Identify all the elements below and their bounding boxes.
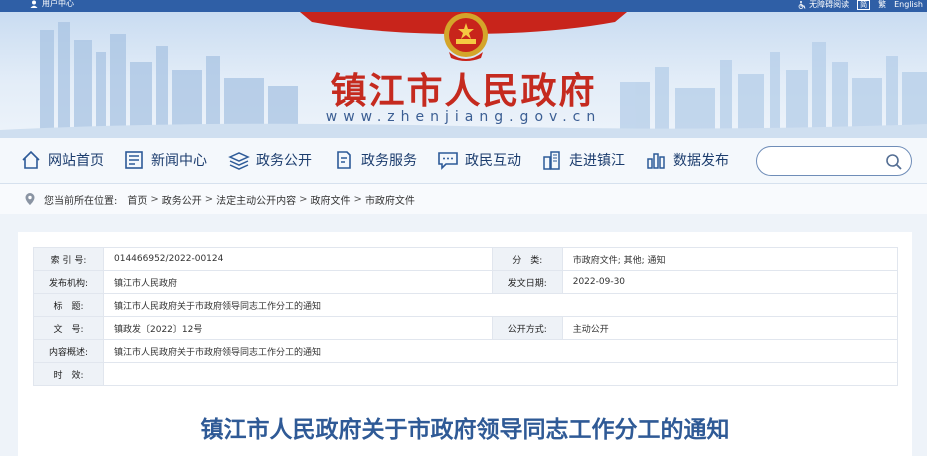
document-title: 镇江市人民政府关于市政府领导同志工作分工的通知 (200, 416, 730, 443)
national-emblem-icon (444, 13, 488, 61)
site-banner: 镇江市人民政府 www.zhenjiang.gov.cn (0, 12, 927, 138)
title-key: 标 题: (33, 293, 104, 317)
accessibility-label: 无障碍阅读 (809, 0, 850, 9)
breadcrumb-home[interactable]: 首页 (127, 192, 147, 207)
nav-item-home[interactable]: 网站首页 (20, 149, 104, 171)
breadcrumb-separator: > (150, 193, 159, 205)
buildings-icon (543, 151, 560, 170)
search-icon[interactable] (885, 153, 903, 171)
document-metadata-table: 索 引 号: 014466952/2022-00124 分 类: 市政府文件; … (33, 247, 899, 386)
breadcrumb-statutory-disclosure[interactable]: 法定主动公开内容 (216, 192, 296, 207)
validity-value (103, 362, 898, 386)
site-title: 镇江市人民政府 (330, 70, 597, 112)
document-number-key: 文 号: (33, 316, 104, 340)
category-key: 分 类: (491, 247, 563, 271)
breadcrumb-gov-affairs[interactable]: 政务公开 (162, 192, 202, 207)
document-number-value: 镇政发〔2022〕12号 (103, 316, 493, 340)
index-number-value: 014466952/2022-00124 (103, 247, 493, 271)
table-row: 索 引 号: 014466952/2022-00124 分 类: 市政府文件; … (33, 247, 899, 271)
user-center-label: 用户中心 (42, 0, 74, 8)
location-pin-icon (25, 193, 35, 205)
nav-item-news[interactable]: 新闻中心 (123, 149, 207, 171)
nav-item-interaction[interactable]: 政民互动 (437, 149, 521, 171)
breadcrumb-gov-documents[interactable]: 政府文件 (311, 192, 351, 207)
table-row: 文 号: 镇政发〔2022〕12号 公开方式: 主动公开 (33, 316, 899, 340)
user-center-link[interactable]: 用户中心 (30, 0, 74, 8)
issuer-key: 发布机构: (33, 270, 104, 294)
summary-value: 镇江市人民政府关于市政府领导同志工作分工的通知 (103, 339, 898, 363)
nav-item-gov-services[interactable]: 政务服务 (333, 149, 417, 171)
nav-item-about-zhenjiang[interactable]: 走进镇江 (541, 149, 625, 171)
validity-key: 时 效: (33, 362, 104, 386)
nav-item-label: 政民互动 (465, 153, 521, 169)
table-row: 时 效: (33, 362, 898, 386)
english-link[interactable]: English (894, 1, 923, 9)
disclosure-method-value: 主动公开 (561, 316, 899, 340)
document-panel: 索 引 号: 014466952/2022-00124 分 类: 市政府文件; … (18, 232, 912, 456)
nav-item-label: 政务公开 (256, 153, 312, 169)
news-icon (125, 151, 143, 169)
breadcrumb-separator: > (204, 193, 214, 205)
issue-date-key: 发文日期: (491, 270, 563, 294)
site-url: www.zhenjiang.gov.cn (325, 109, 602, 125)
breadcrumb-city-gov-documents[interactable]: 市政府文件 (365, 192, 415, 207)
nav-item-data-release[interactable]: 数据发布 (645, 149, 729, 171)
simplified-chinese-button[interactable]: 简 (857, 0, 871, 10)
nav-item-label: 数据发布 (673, 153, 729, 169)
breadcrumb: 您当前所在位置: 首页 > 政务公开 > 法定主动公开内容 > 政府文件 > 市… (0, 184, 927, 214)
issue-date-value: 2022-09-30 (561, 270, 899, 294)
table-row: 标 题: 镇江市人民政府关于市政府领导同志工作分工的通知 (33, 293, 898, 317)
nav-item-label: 新闻中心 (151, 153, 207, 169)
top-utility-bar: 用户中心 无障碍阅读 简 繁 English (0, 0, 927, 12)
category-value: 市政府文件; 其他; 通知 (561, 247, 899, 271)
breadcrumb-separator: > (353, 193, 362, 205)
table-row: 发布机构: 镇江市人民政府 发文日期: 2022-09-30 (33, 270, 899, 294)
search-input[interactable] (756, 146, 912, 176)
table-row: 内容概述: 镇江市人民政府关于市政府领导同志工作分工的通知 (33, 339, 898, 363)
bar-chart-icon (647, 153, 665, 169)
traditional-chinese-button[interactable]: 繁 (878, 1, 886, 9)
nav-item-label: 网站首页 (48, 153, 104, 169)
wheelchair-icon (798, 1, 806, 9)
summary-key: 内容概述: (33, 339, 104, 363)
accessibility-link[interactable]: 无障碍阅读 (798, 1, 849, 9)
index-number-key: 索 引 号: (33, 247, 104, 271)
layers-icon (228, 152, 250, 170)
title-value: 镇江市人民政府关于市政府领导同志工作分工的通知 (103, 293, 898, 317)
main-navigation: 网站首页 新闻中心 政务公开 政务服务 政民互动 走进镇江 数据发布 (0, 138, 927, 184)
home-icon (22, 150, 40, 169)
breadcrumb-separator: > (299, 193, 308, 205)
disclosure-method-key: 公开方式: (491, 316, 563, 340)
user-icon (30, 0, 38, 8)
document-edit-icon (337, 151, 351, 169)
chat-icon (438, 152, 458, 170)
nav-item-label: 走进镇江 (569, 153, 625, 169)
nav-item-label: 政务服务 (361, 153, 417, 169)
issuer-value: 镇江市人民政府 (103, 270, 493, 294)
nav-item-gov-affairs[interactable]: 政务公开 (228, 149, 312, 171)
breadcrumb-label: 您当前所在位置: (44, 195, 118, 207)
